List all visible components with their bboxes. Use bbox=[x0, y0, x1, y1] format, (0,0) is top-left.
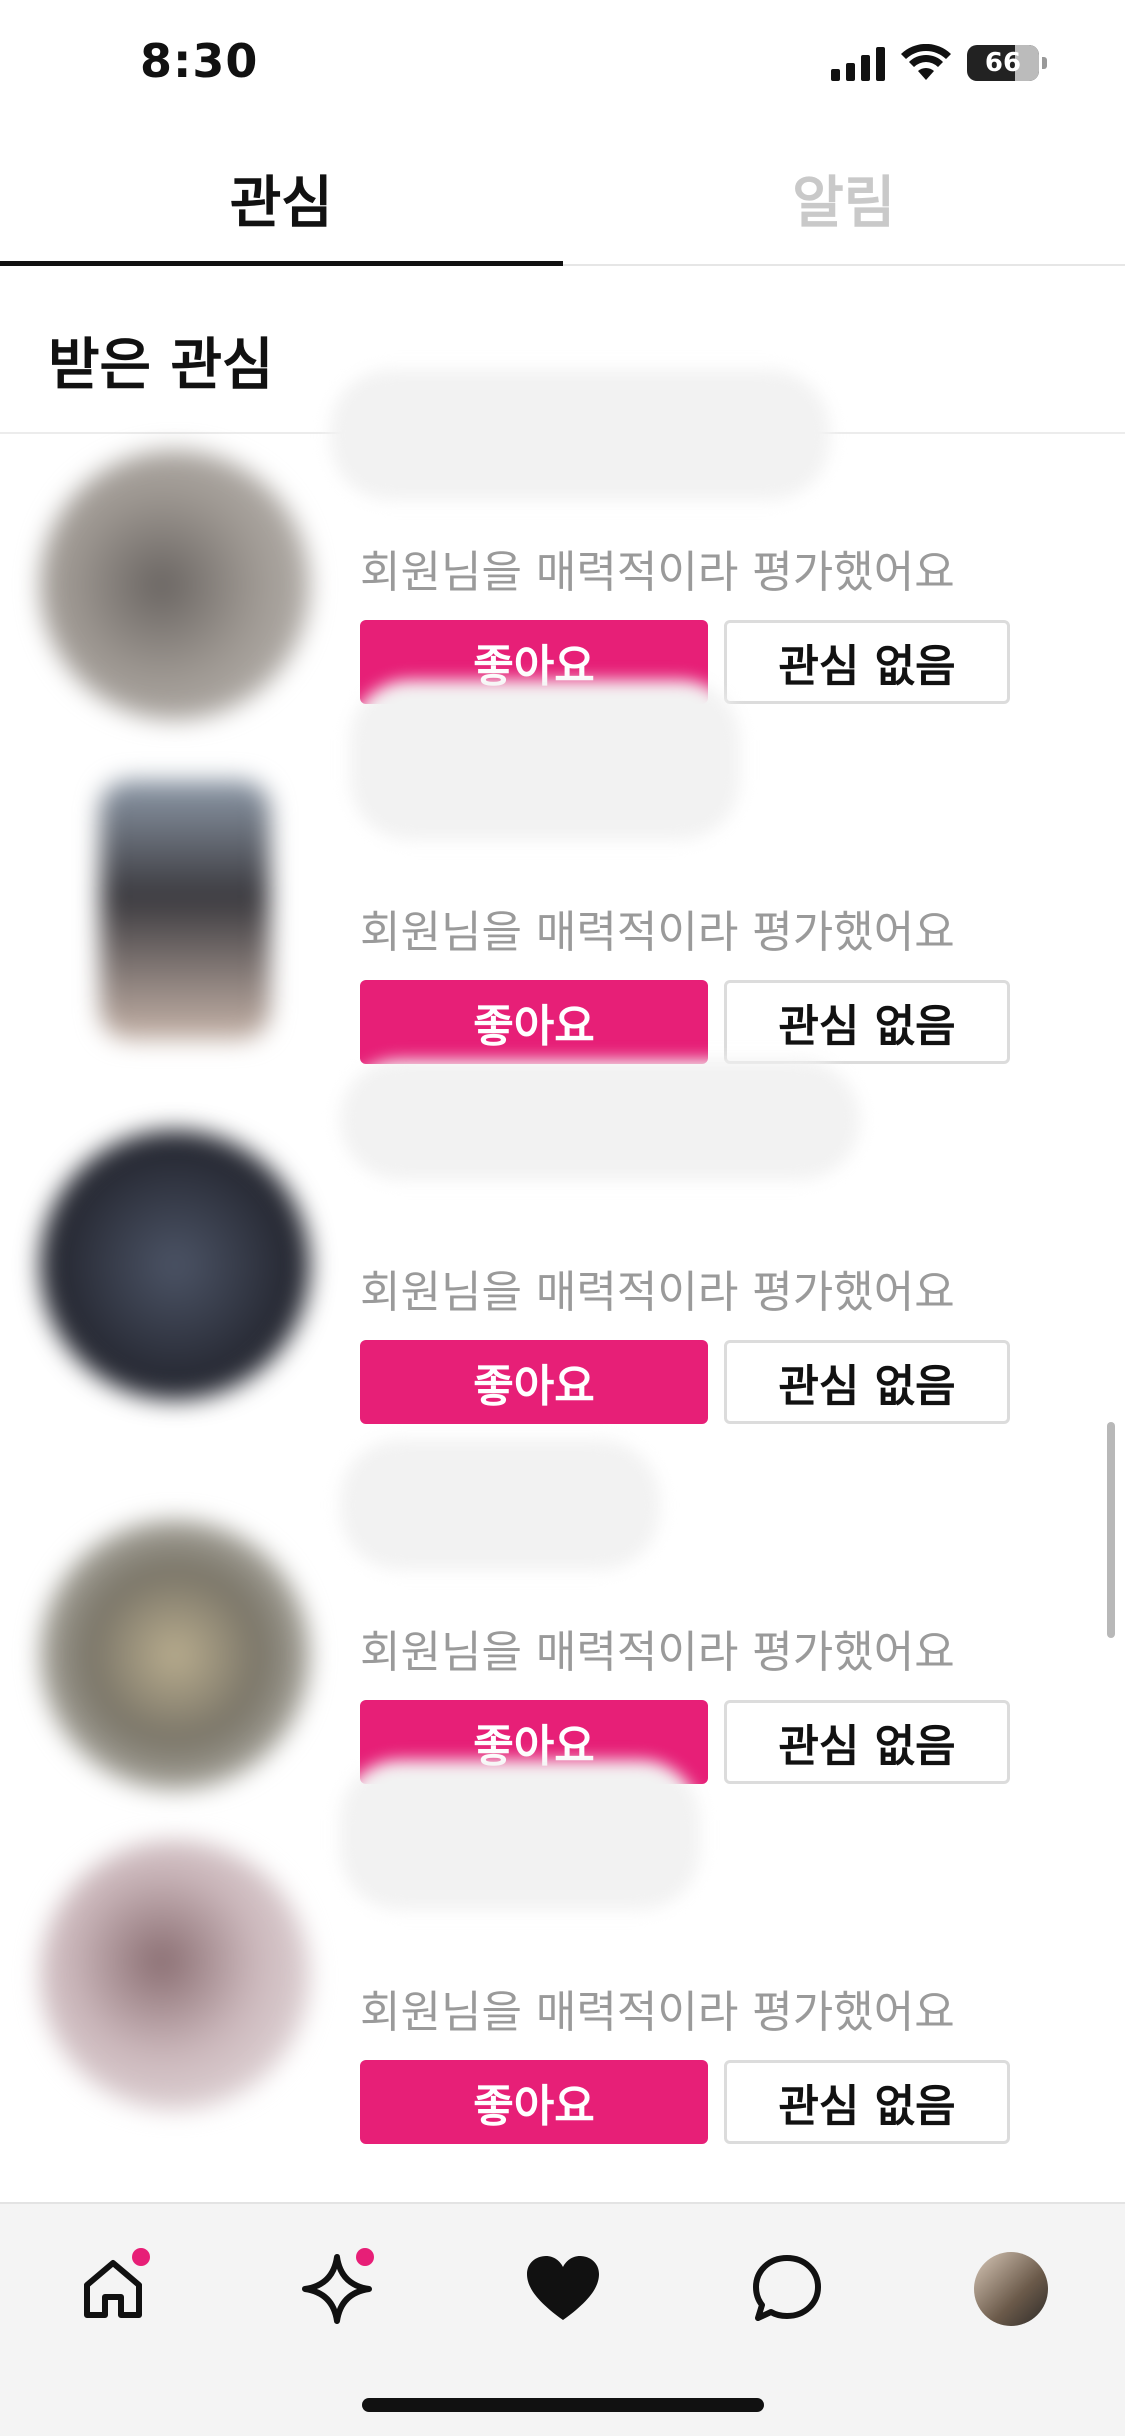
status-time: 8:30 bbox=[140, 34, 259, 88]
notification-dot bbox=[356, 2248, 374, 2266]
avatar[interactable] bbox=[40, 1520, 310, 1790]
avatar[interactable] bbox=[40, 450, 310, 720]
scrollbar[interactable] bbox=[1107, 1422, 1115, 1638]
heart-icon bbox=[527, 2256, 599, 2320]
like-button[interactable]: 좋아요 bbox=[360, 980, 708, 1064]
not-interested-button[interactable]: 관심 없음 bbox=[724, 2060, 1010, 2144]
like-button[interactable]: 좋아요 bbox=[360, 1340, 708, 1424]
tab-notifications[interactable]: 알림 bbox=[563, 132, 1125, 264]
nav-interest[interactable] bbox=[518, 2244, 608, 2334]
name-redaction bbox=[350, 680, 740, 840]
not-interested-button[interactable]: 관심 없음 bbox=[724, 1700, 1010, 1784]
nav-profile[interactable] bbox=[966, 2244, 1056, 2334]
member-description: 회원님을 매력적이라 평가했어요 bbox=[360, 1267, 955, 1318]
home-indicator bbox=[362, 2398, 764, 2412]
battery-icon: 66 bbox=[967, 45, 1047, 81]
section-title: 받은 관심 bbox=[48, 333, 274, 398]
battery-level: 66 bbox=[984, 48, 1022, 78]
nav-home[interactable] bbox=[68, 2244, 158, 2334]
profile-avatar bbox=[974, 2252, 1048, 2326]
name-redaction bbox=[330, 370, 830, 500]
not-interested-button[interactable]: 관심 없음 bbox=[724, 1340, 1010, 1424]
like-button[interactable]: 좋아요 bbox=[360, 2060, 708, 2144]
list-item: 회원님을 매력적이라 평가했어요 좋아요 관심 없음 bbox=[0, 1760, 1125, 2240]
member-description: 회원님을 매력적이라 평가했어요 bbox=[360, 1627, 955, 1678]
name-redaction bbox=[340, 1760, 700, 1910]
wifi-icon bbox=[901, 44, 951, 80]
avatar[interactable] bbox=[100, 780, 270, 1040]
not-interested-button[interactable]: 관심 없음 bbox=[724, 980, 1010, 1064]
name-redaction bbox=[340, 1440, 660, 1570]
chat-bubble-icon bbox=[753, 2255, 821, 2321]
status-bar: 8:30 66 bbox=[0, 0, 1125, 132]
member-description: 회원님을 매력적이라 평가했어요 bbox=[360, 1987, 955, 2038]
notification-dot bbox=[132, 2248, 150, 2266]
tab-interest[interactable]: 관심 bbox=[0, 132, 563, 266]
signal-icon bbox=[831, 45, 885, 81]
tab-bar: 관심 알림 bbox=[0, 132, 1125, 266]
not-interested-button[interactable]: 관심 없음 bbox=[724, 620, 1010, 704]
avatar[interactable] bbox=[40, 1840, 310, 2110]
nav-discover[interactable] bbox=[292, 2244, 382, 2334]
nav-chat[interactable] bbox=[742, 2244, 832, 2334]
name-redaction bbox=[340, 1060, 860, 1180]
member-description: 회원님을 매력적이라 평가했어요 bbox=[360, 547, 955, 598]
member-description: 회원님을 매력적이라 평가했어요 bbox=[360, 907, 955, 958]
status-icons: 66 bbox=[831, 44, 1047, 82]
bottom-nav bbox=[0, 2202, 1125, 2436]
avatar[interactable] bbox=[40, 1130, 310, 1400]
